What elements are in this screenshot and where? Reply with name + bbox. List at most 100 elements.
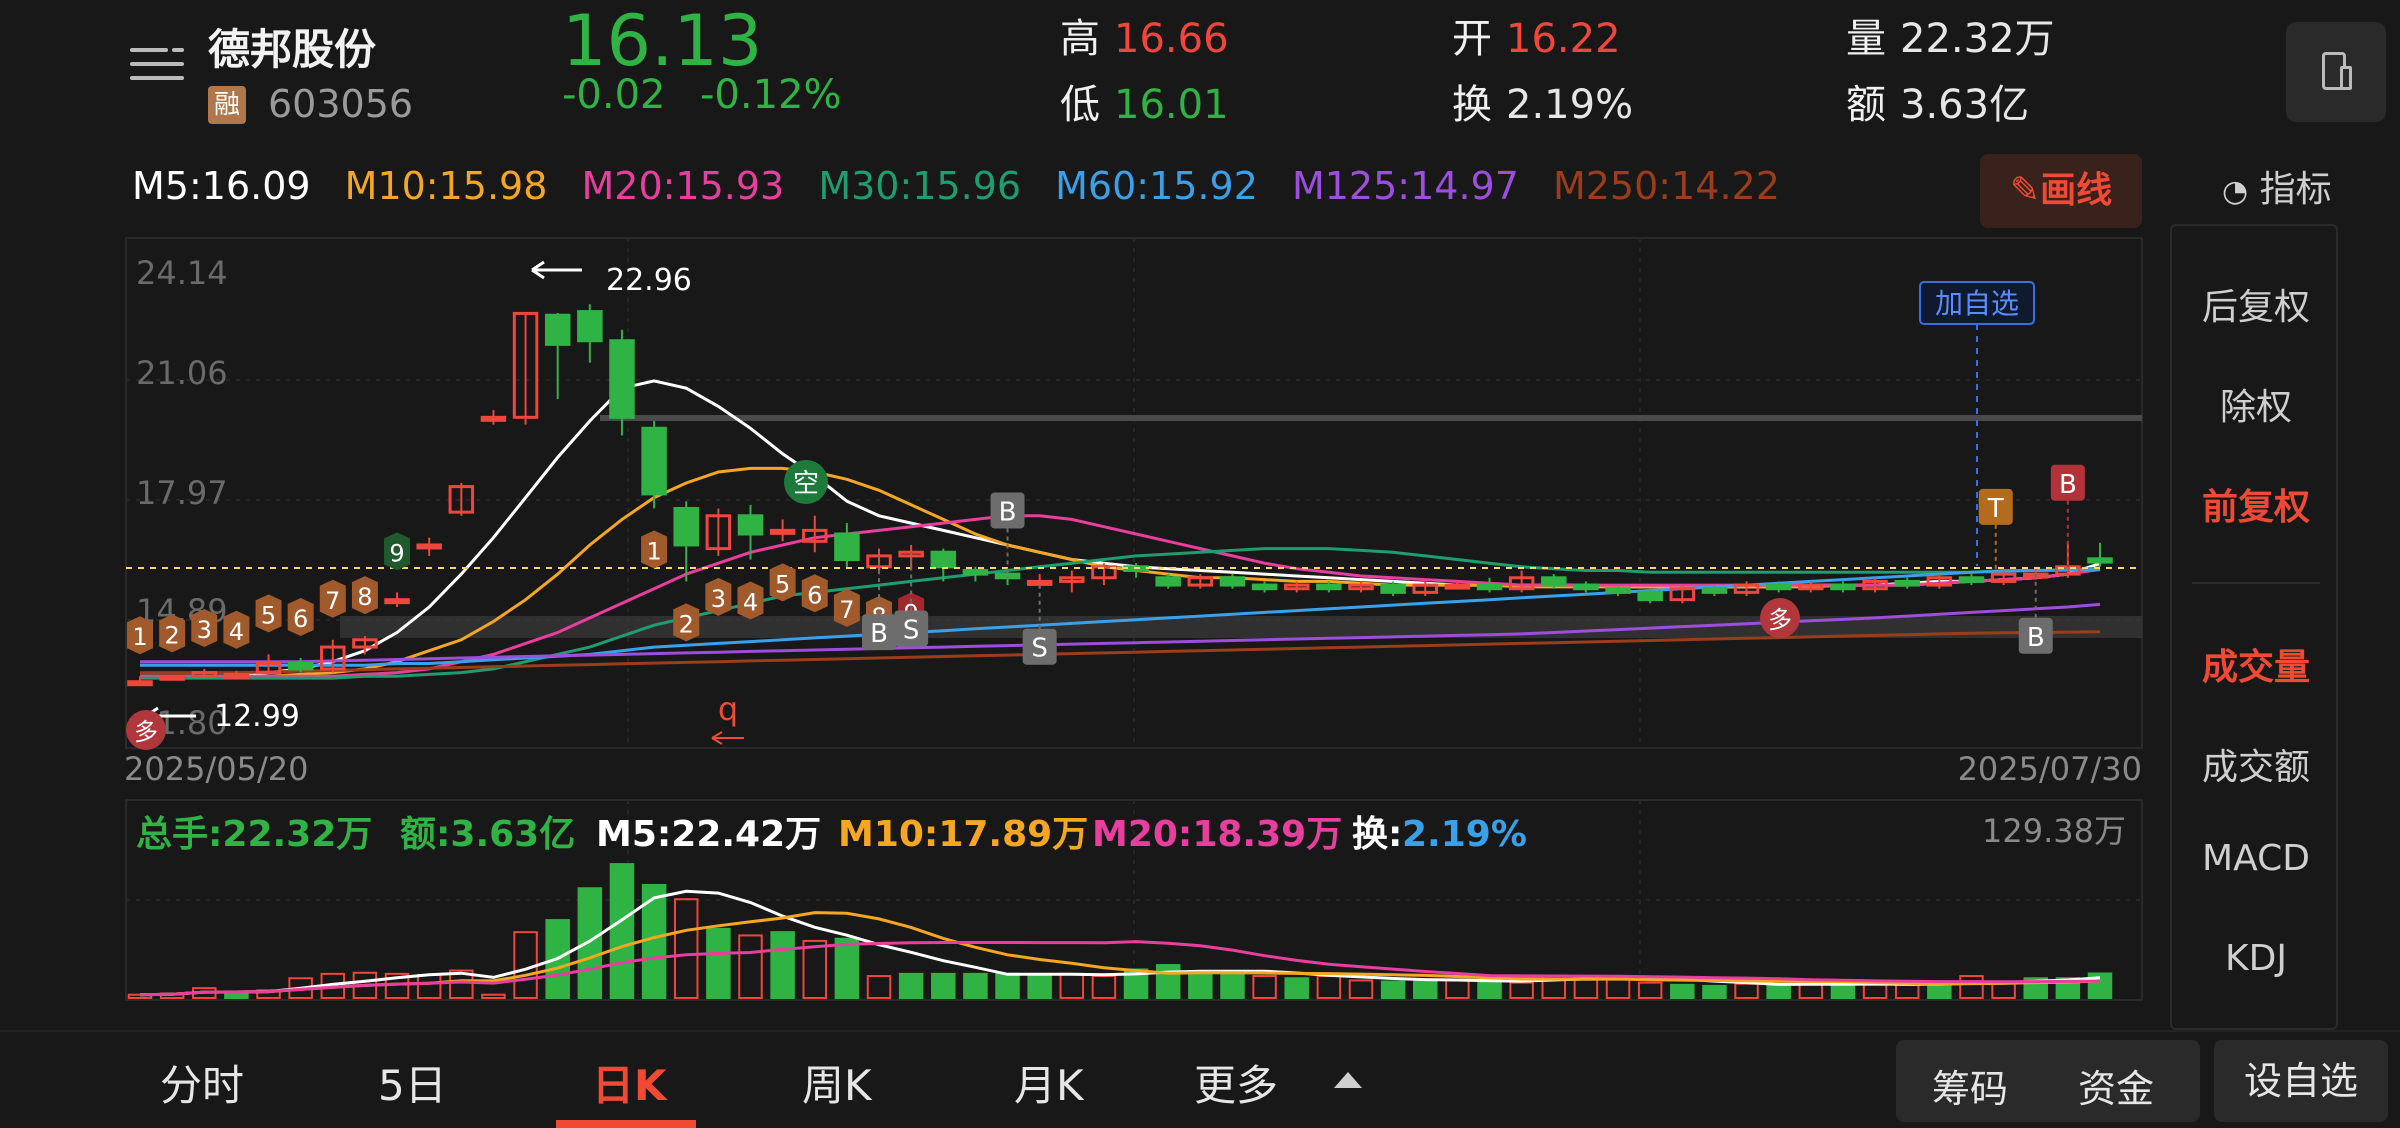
volume-max-label: 129.38万 (1982, 812, 2126, 850)
candle-body (544, 313, 571, 346)
volume-bar (1445, 979, 1470, 1000)
volume-bar (1188, 970, 1213, 1000)
period-tab-bar: 分时 5日 日K 周K 月K 更多 筹码 资金 设自选 (0, 1030, 2400, 1128)
signal-marker: T (1987, 494, 2004, 524)
volume-bar (1670, 983, 1695, 999)
candle-body (1541, 576, 1567, 587)
date-end-label: 2025/07/30 (1958, 750, 2142, 788)
volume-bar (802, 939, 827, 999)
max-price-label: 22.96 (606, 263, 692, 298)
td-counter-marker: 6 (807, 581, 822, 609)
candle-body (1894, 579, 1920, 587)
volume-bar (1220, 972, 1245, 999)
chevron-up-icon[interactable] (1334, 1072, 1362, 1088)
candle-body (1573, 583, 1599, 591)
candle-body (1476, 583, 1503, 591)
tab-intraday[interactable]: 分时 (160, 1052, 244, 1113)
td-counter-marker: 2 (679, 610, 694, 638)
candle-body (480, 415, 507, 422)
signal-marker: B (2027, 623, 2045, 653)
candle-body (384, 598, 410, 605)
td-counter-marker: 2 (164, 621, 179, 649)
short-signal-label: 空 (793, 469, 819, 499)
tab-more[interactable]: 更多 (1194, 1052, 1278, 1113)
volume-bar (577, 887, 603, 999)
y-axis-label: 17.97 (136, 474, 228, 512)
chips-button[interactable]: 筹码 (1932, 1058, 2008, 1113)
candle-body (1701, 587, 1728, 594)
signal-marker: B (870, 619, 888, 649)
volume-bars (127, 863, 2113, 1000)
volume-bar (1252, 975, 1277, 999)
td-counter-marker: 5 (261, 601, 276, 629)
add-favorite-button[interactable]: 设自选 (2214, 1040, 2388, 1122)
volume-bar (1155, 964, 1181, 999)
kline-chart[interactable]: 24.14 21.06 17.97 14.89 11.80 2025/05/20… (0, 0, 2400, 1128)
candle-body (1380, 583, 1406, 594)
volume-bar (770, 931, 795, 999)
candle-body (930, 550, 957, 569)
td-counter-marker: 6 (293, 605, 308, 633)
q-arrow-icon (711, 731, 744, 745)
q-marker: q (718, 690, 738, 728)
chips-funds-group: 筹码 资金 (1896, 1040, 2200, 1122)
volume-bar (1894, 983, 1920, 999)
tab-5day[interactable]: 5日 (378, 1052, 447, 1113)
volume-bar (1059, 972, 1085, 999)
candle-body (641, 426, 667, 496)
volume-bar (481, 993, 506, 1000)
candle-body (1219, 576, 1246, 587)
volume-bar (1027, 975, 1052, 999)
candle-body (287, 661, 314, 671)
volume-turnover-label: 换: (1352, 814, 1402, 855)
td-counter-marker: 3 (197, 616, 212, 644)
active-tab-indicator (556, 1120, 696, 1128)
candle-body (1155, 576, 1181, 587)
tab-monthly-k[interactable]: 月K (1014, 1052, 1084, 1113)
volume-ma10-label: M10:17.89万 (838, 814, 1088, 855)
td-counter-marker: 4 (743, 589, 758, 617)
volume-bar (995, 972, 1020, 999)
signal-marker: B (2059, 470, 2077, 500)
candle-body (1444, 583, 1471, 590)
candle-body (834, 532, 860, 562)
volume-bar (866, 975, 892, 999)
tab-daily-k[interactable]: 日K (592, 1052, 667, 1113)
volume-bar (1959, 975, 1984, 999)
y-axis-label: 21.06 (136, 354, 228, 392)
volume-bar (673, 898, 699, 999)
volume-bar (416, 973, 442, 999)
date-start-label: 2025/05/20 (124, 750, 308, 788)
volume-bar (1927, 983, 1952, 999)
volume-bar (1284, 977, 1309, 1000)
td-counter-marker: 8 (357, 583, 372, 611)
funds-button[interactable]: 资金 (2078, 1058, 2154, 1113)
candle-body (673, 506, 699, 547)
volume-bar (1509, 981, 1534, 999)
td-counter-marker: 7 (839, 596, 854, 624)
candle-body (223, 672, 250, 679)
volume-total-label: 总手:22.32万 (136, 814, 372, 855)
max-arrow-icon (531, 260, 582, 280)
min-price-label: 12.99 (214, 699, 300, 734)
volume-bar (706, 927, 731, 1000)
volume-bar (963, 972, 988, 999)
candle-body (127, 680, 153, 687)
td-counter-marker: 4 (229, 618, 244, 646)
td-counter-marker: 9 (389, 539, 404, 567)
volume-bar (1413, 980, 1438, 999)
volume-bar (1830, 983, 1856, 999)
candle-body (1316, 583, 1342, 591)
candle-body (962, 568, 989, 576)
volume-bar (1380, 980, 1406, 999)
candle-body (1605, 587, 1631, 594)
volume-bar (898, 972, 924, 999)
tab-weekly-k[interactable]: 周K (802, 1052, 872, 1113)
long-signal-label: 多 (134, 718, 158, 746)
signal-marker: S (903, 615, 920, 645)
volume-amount-label: 额:3.63亿 (400, 814, 575, 855)
td-counter-marker: 1 (132, 623, 147, 651)
candle-body (769, 528, 796, 535)
volume-bar (931, 972, 956, 999)
volume-bar (1766, 983, 1791, 999)
